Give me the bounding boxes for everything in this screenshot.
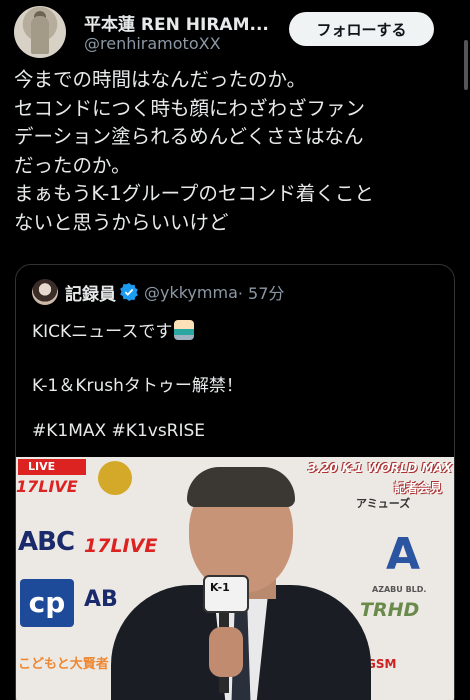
author-handle[interactable]: @renhiramotoXX — [84, 34, 221, 53]
verified-badge-icon — [120, 283, 138, 301]
author-name[interactable]: 平本蓮 REN HIRAM... — [84, 10, 269, 35]
sponsor-logo-kids: こどもと大賢者 — [18, 657, 109, 672]
quote-hashtags[interactable]: #K1MAX #K1vsRISE — [32, 421, 205, 441]
quote-line: K-1＆Krushタトゥー解禁！ — [32, 376, 243, 396]
quote-author-handle[interactable]: @ykkymma — [144, 283, 238, 302]
follow-button[interactable]: フォローする — [289, 12, 434, 46]
scrollbar[interactable] — [464, 40, 468, 90]
technologist-emoji-icon — [174, 320, 195, 340]
tweet-line: まぁもうK-1グループのセコンド着くこと — [14, 182, 374, 205]
tweet-line: だったのか。 — [14, 153, 131, 177]
speaker-figure: K-1 — [101, 457, 381, 700]
quote-timestamp[interactable]: · 57分 — [238, 280, 285, 304]
quote-author-name[interactable]: 記録員 — [65, 280, 116, 305]
live-badge: LIVE — [18, 459, 86, 475]
tweet-line: 今までの時間はなんだったのか。 — [14, 68, 307, 91]
quote-line: KICKニュースです — [32, 317, 195, 342]
press-conference-photo[interactable]: LIVE 17LIVE ABC 17LIVE cp AB HD 3.20 K-1… — [16, 457, 454, 700]
quote-header: 記録員 @ykkymma · 57分 — [32, 279, 284, 305]
quote-avatar[interactable] — [32, 279, 58, 305]
press-label: 記者会見 — [394, 481, 443, 495]
quoted-tweet[interactable]: 記録員 @ykkymma · 57分 KICKニュースです K-1＆Krushタ… — [15, 264, 455, 700]
speaker-hair — [187, 467, 295, 507]
quote-line-text: KICKニュースです — [32, 322, 173, 342]
microphone-label: K-1 — [210, 581, 230, 594]
author-avatar[interactable] — [14, 6, 66, 58]
avatar-figure — [31, 16, 49, 54]
tweet-line: デーション塗られるめんどくささはなん — [14, 125, 364, 148]
speaker-hand — [209, 627, 243, 677]
tweet-header: 平本蓮 REN HIRAM... @renhiramotoXX フォローする — [14, 4, 456, 60]
sponsor-logo-cp: cp — [20, 579, 74, 627]
tweet-line: ないと思うからいいけど — [14, 210, 229, 234]
sponsor-logo-17live: 17LIVE — [16, 477, 78, 496]
sponsor-logo-abc: ABC — [18, 527, 75, 557]
tweet-line: セコンドにつく時も顔にわざわざファン — [14, 96, 366, 120]
tweet-body: 今までの時間はなんだったのか。 セコンドにつく時も顔にわざわざファン デーション… — [14, 66, 460, 237]
sponsor-logo-a: A — [386, 529, 421, 580]
